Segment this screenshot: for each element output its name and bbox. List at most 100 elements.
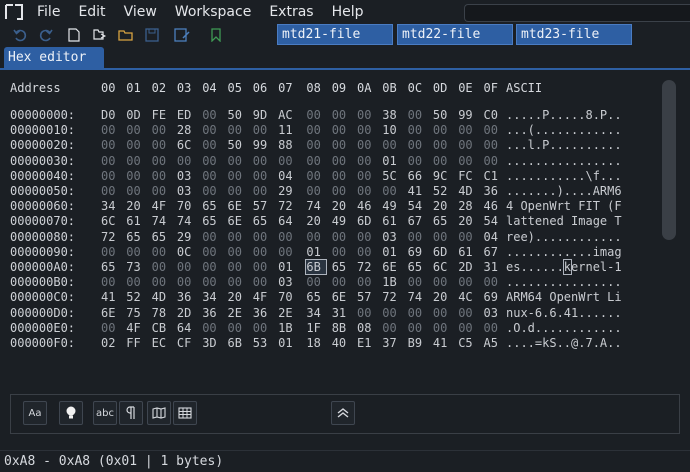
hex-byte[interactable]: 2E <box>228 306 248 320</box>
hex-byte[interactable]: FE <box>152 108 172 122</box>
ascii-text[interactable]: es......kernel-1 <box>506 259 622 275</box>
hex-byte[interactable]: 18 <box>306 336 326 350</box>
hex-byte[interactable]: 00 <box>306 108 326 122</box>
hex-byte[interactable]: 00 <box>177 154 197 168</box>
hex-byte[interactable]: 50 <box>228 108 248 122</box>
hex-byte[interactable]: 65 <box>253 214 273 228</box>
hex-byte[interactable]: 00 <box>433 275 453 289</box>
hex-byte[interactable]: 00 <box>253 260 273 274</box>
hex-byte[interactable]: 00 <box>152 169 172 183</box>
hex-byte[interactable]: 0C <box>177 245 197 259</box>
hex-byte[interactable]: 67 <box>484 245 504 259</box>
hex-byte[interactable]: 00 <box>126 154 146 168</box>
hex-byte[interactable]: 00 <box>101 138 121 152</box>
hex-byte[interactable]: 00 <box>228 260 248 274</box>
ascii-text[interactable]: ree)............ <box>506 230 622 244</box>
hex-byte[interactable]: 4D <box>458 184 478 198</box>
pilcrow-tool[interactable] <box>119 401 143 425</box>
tab-hex-editor[interactable]: Hex editor <box>4 47 104 68</box>
hex-byte[interactable]: 41 <box>433 336 453 350</box>
hex-byte[interactable]: 00 <box>152 123 172 137</box>
hex-byte[interactable]: 64 <box>278 214 298 228</box>
hex-byte[interactable]: 6B <box>228 336 248 350</box>
hex-byte[interactable]: 00 <box>332 169 352 183</box>
hex-byte[interactable]: 00 <box>408 108 428 122</box>
hex-byte[interactable]: 00 <box>202 275 222 289</box>
hex-byte[interactable]: 00 <box>332 138 352 152</box>
hex-byte[interactable]: 00 <box>126 275 146 289</box>
hex-byte[interactable]: 6E <box>228 199 248 213</box>
hex-byte[interactable]: 00 <box>152 260 172 274</box>
hex-byte[interactable]: 52 <box>126 290 146 304</box>
hex-byte[interactable]: 00 <box>382 321 402 335</box>
hex-byte[interactable]: 00 <box>408 321 428 335</box>
hex-byte[interactable]: 69 <box>484 290 504 304</box>
hex-byte[interactable]: 02 <box>101 336 121 350</box>
hex-byte[interactable]: 00 <box>202 108 222 122</box>
hex-byte[interactable]: 00 <box>433 154 453 168</box>
hex-byte[interactable]: 64 <box>177 321 197 335</box>
hex-byte[interactable]: 00 <box>152 184 172 198</box>
hex-byte[interactable]: 00 <box>306 169 326 183</box>
collapse-panel-button[interactable] <box>331 401 355 425</box>
hex-byte[interactable]: 5C <box>382 169 402 183</box>
ascii-text[interactable]: ................ <box>506 154 622 168</box>
hex-byte[interactable]: 70 <box>177 199 197 213</box>
hex-byte[interactable]: A5 <box>484 336 504 350</box>
hex-byte[interactable]: 01 <box>306 245 326 259</box>
hex-byte[interactable]: 00 <box>306 230 326 244</box>
hex-byte[interactable]: 00 <box>126 123 146 137</box>
hex-byte[interactable]: 00 <box>357 230 377 244</box>
hex-byte[interactable]: 00 <box>458 154 478 168</box>
hex-byte[interactable]: 00 <box>126 169 146 183</box>
hex-byte[interactable]: 38 <box>382 108 402 122</box>
menu-help[interactable]: Help <box>323 0 373 24</box>
hex-byte[interactable]: 00 <box>152 275 172 289</box>
hex-byte[interactable]: 00 <box>357 169 377 183</box>
hex-byte[interactable]: 00 <box>484 275 504 289</box>
hex-byte[interactable]: 04 <box>278 169 298 183</box>
hex-byte[interactable]: 3D <box>202 336 222 350</box>
hex-byte[interactable]: 65 <box>332 260 352 274</box>
hex-byte[interactable]: 20 <box>458 214 478 228</box>
hex-byte[interactable]: 00 <box>278 245 298 259</box>
selected-byte[interactable]: 6B <box>305 259 328 275</box>
ascii-text[interactable]: .....P.....8.P.. <box>506 108 622 122</box>
hex-byte[interactable]: 49 <box>332 214 352 228</box>
hex-byte[interactable]: 00 <box>202 230 222 244</box>
hex-byte[interactable]: 46 <box>357 199 377 213</box>
hex-byte[interactable]: 6D <box>357 214 377 228</box>
hex-byte[interactable]: 61 <box>382 214 402 228</box>
hex-byte[interactable]: 20 <box>306 214 326 228</box>
hex-byte[interactable]: 6C <box>101 214 121 228</box>
hex-byte[interactable]: 00 <box>101 123 121 137</box>
spellcheck-tool[interactable]: abc <box>93 401 117 425</box>
menu-file[interactable]: File <box>28 0 69 24</box>
hex-byte[interactable]: 6E <box>228 214 248 228</box>
hex-byte[interactable]: 00 <box>357 138 377 152</box>
hex-byte[interactable]: 65 <box>101 260 121 274</box>
hex-byte[interactable]: FC <box>458 169 478 183</box>
hex-byte[interactable]: ED <box>177 108 197 122</box>
hex-byte[interactable]: 00 <box>408 306 428 320</box>
hex-byte[interactable]: CF <box>177 336 197 350</box>
hex-byte[interactable]: 00 <box>357 154 377 168</box>
hex-byte[interactable]: 74 <box>177 214 197 228</box>
hex-byte[interactable]: 01 <box>278 260 298 274</box>
hex-byte[interactable]: 36 <box>177 290 197 304</box>
hex-byte[interactable]: 00 <box>278 230 298 244</box>
hex-byte[interactable]: 1B <box>382 275 402 289</box>
hex-byte[interactable]: 00 <box>202 138 222 152</box>
hex-byte[interactable]: 74 <box>152 214 172 228</box>
hex-byte[interactable]: 65 <box>202 199 222 213</box>
hex-byte[interactable]: 00 <box>228 230 248 244</box>
hex-byte[interactable]: C5 <box>458 336 478 350</box>
hex-byte[interactable]: 72 <box>278 199 298 213</box>
hex-byte[interactable]: 72 <box>382 290 402 304</box>
hex-byte[interactable]: 2D <box>177 306 197 320</box>
hex-byte[interactable]: 20 <box>332 199 352 213</box>
hex-byte[interactable]: 00 <box>408 230 428 244</box>
hex-byte[interactable]: 00 <box>202 123 222 137</box>
hex-byte[interactable]: 00 <box>101 154 121 168</box>
hex-byte[interactable]: 00 <box>357 275 377 289</box>
